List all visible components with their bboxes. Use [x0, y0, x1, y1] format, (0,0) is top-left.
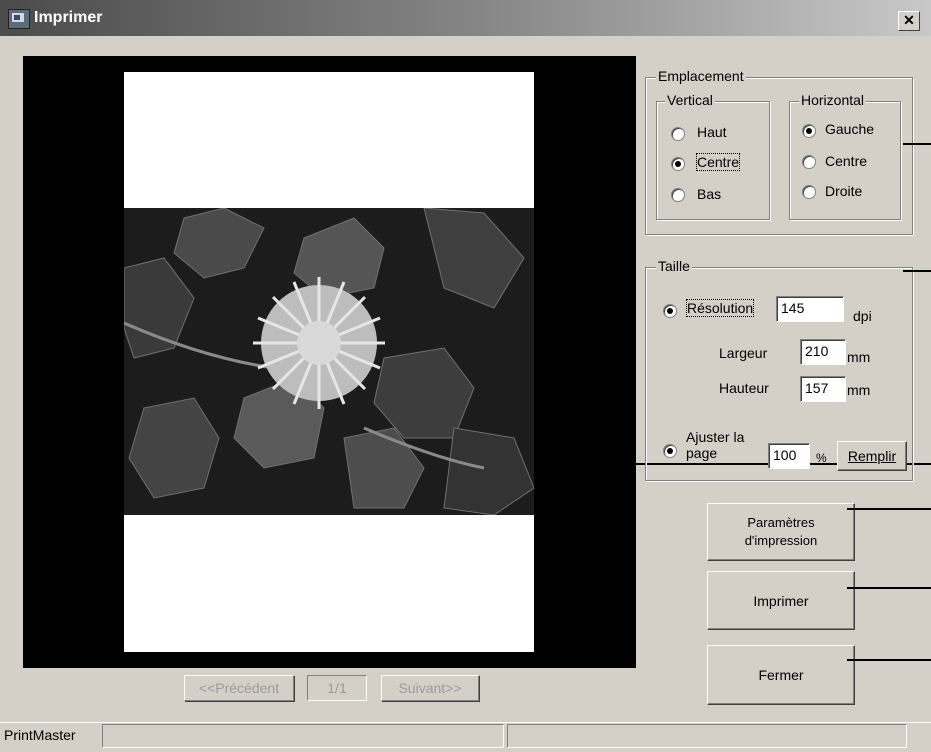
callout-line-close — [847, 659, 931, 661]
print-settings-label-line2: d'impression — [744, 533, 818, 548]
vertical-haut-label: Haut — [697, 124, 727, 140]
horizontal-gauche-radio[interactable] — [802, 124, 816, 138]
emplacement-legend: Emplacement — [656, 68, 746, 84]
resolution-unit: dpi — [853, 308, 872, 324]
status-app-name: PrintMaster — [4, 727, 76, 743]
remplir-button[interactable]: Remplir — [837, 441, 907, 471]
dandelion-photo-image — [124, 208, 534, 515]
app-icon — [8, 9, 30, 29]
fit-page-label: Ajuster la page — [686, 429, 744, 461]
window-title: Imprimer — [34, 9, 103, 26]
vertical-centre-label: Centre — [695, 153, 741, 171]
hauteur-unit: mm — [847, 382, 871, 398]
resolution-label: Résolution — [685, 299, 755, 317]
horizontal-droite-radio[interactable] — [802, 185, 816, 199]
horizontal-legend: Horizontal — [799, 92, 867, 108]
previous-page-button[interactable]: <<Précédent — [184, 675, 294, 701]
callout-line-print — [847, 587, 931, 589]
callout-line-taille — [903, 270, 931, 272]
horizontal-gauche-label: Gauche — [825, 121, 875, 137]
status-pane-1 — [102, 724, 504, 748]
resolution-radio[interactable] — [663, 304, 677, 318]
horizontal-centre-radio[interactable] — [802, 155, 816, 169]
largeur-input[interactable]: 210 — [800, 339, 846, 365]
taille-legend: Taille — [656, 258, 692, 274]
close-button[interactable]: Fermer — [707, 645, 855, 705]
fit-page-label-line1: Ajuster la — [686, 429, 745, 445]
largeur-unit: mm — [847, 349, 871, 365]
vertical-legend: Vertical — [665, 92, 715, 108]
page-indicator: 1/1 — [307, 675, 367, 701]
print-settings-label-line1: Paramètres — [747, 515, 815, 530]
next-page-button[interactable]: Suivant>> — [381, 675, 479, 701]
largeur-label: Largeur — [719, 345, 768, 361]
vertical-haut-radio[interactable] — [671, 127, 685, 141]
callout-line-emplacement — [903, 143, 931, 145]
hauteur-input[interactable]: 157 — [800, 376, 846, 402]
status-pane-2 — [507, 724, 907, 748]
horizontal-centre-label: Centre — [825, 153, 868, 169]
callout-line-settings — [847, 508, 931, 510]
horizontal-droite-label: Droite — [825, 183, 863, 199]
vertical-bas-label: Bas — [697, 186, 722, 202]
vertical-bas-radio[interactable] — [671, 188, 685, 202]
hauteur-label: Hauteur — [719, 380, 769, 396]
close-window-button[interactable]: ✕ — [898, 11, 920, 31]
resolution-input[interactable]: 145 — [776, 296, 844, 322]
percent-unit: % — [816, 451, 827, 465]
fit-page-radio[interactable] — [663, 444, 677, 458]
preview-photo — [124, 208, 534, 515]
fit-page-label-line2: page — [686, 445, 718, 461]
percent-input[interactable]: 100 — [768, 443, 810, 469]
print-button[interactable]: Imprimer — [707, 571, 855, 630]
print-settings-button[interactable]: Paramètres d'impression — [707, 503, 855, 561]
title-bar — [0, 0, 931, 36]
vertical-centre-radio[interactable] — [671, 157, 685, 171]
